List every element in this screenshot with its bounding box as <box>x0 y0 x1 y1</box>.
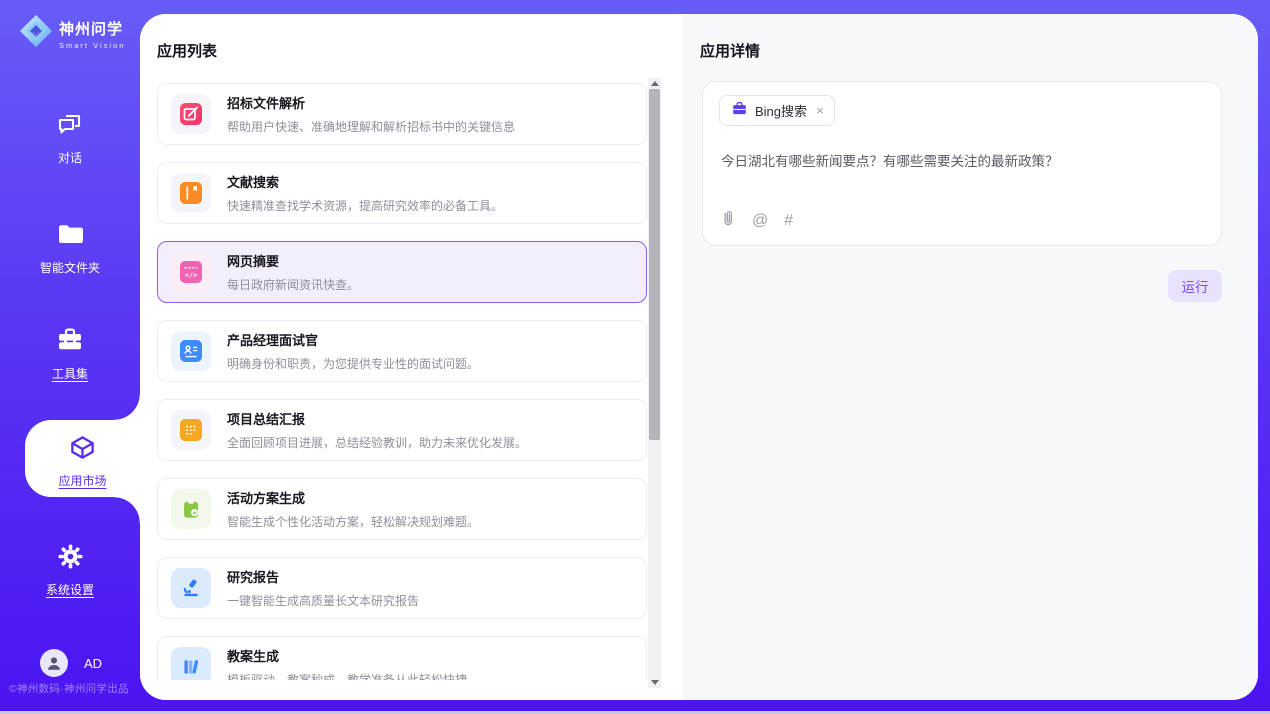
sidebar-active-notch: 应用市场 <box>25 420 140 497</box>
app-card-title: 招标文件解析 <box>227 93 515 112</box>
app-card-desc: 模板驱动，教案秒成，教学准备从此轻松快捷 <box>227 671 467 680</box>
folder-icon <box>56 220 84 253</box>
book-icon <box>171 173 211 213</box>
app-card-title: 文献搜索 <box>227 172 503 191</box>
app-card-literature-search[interactable]: 文献搜索 快速精准查找学术资源，提高研究效率的必备工具。 <box>157 162 647 224</box>
microscope-icon <box>171 568 211 608</box>
edit-document-icon <box>171 94 211 134</box>
app-card-research-report[interactable]: 研究报告 一键智能生成高质量长文本研究报告 <box>157 557 647 619</box>
sidebar-footer: ©神州数码·神州问学出品 <box>9 681 139 696</box>
cube-icon <box>69 434 96 466</box>
avatar <box>40 649 68 677</box>
app-card-desc: 智能生成个性化活动方案，轻松解决规划难题。 <box>227 513 479 530</box>
prompt-card: Bing搜索 × 今日湖北有哪些新闻要点？有哪些需要关注的最新政策？ @ # <box>702 81 1222 246</box>
sidebar-item-smart-folder[interactable]: 智能文件夹 <box>0 220 140 276</box>
books-icon <box>171 647 211 680</box>
chat-icon <box>56 110 84 143</box>
toolbox-icon <box>56 326 84 359</box>
paperclip-icon[interactable] <box>720 209 736 232</box>
app-card-title: 网页摘要 <box>227 251 359 270</box>
app-window: 神州问学 Smart Vision 对话 智能文件夹 <box>0 0 1270 714</box>
prompt-text[interactable]: 今日湖北有哪些新闻要点？有哪些需要关注的最新政策？ <box>721 152 1191 172</box>
app-card-desc: 全面回顾项目进展，总结经验教训，助力未来优化发展。 <box>227 434 527 451</box>
tool-tag-label: Bing搜索 <box>755 101 807 120</box>
app-card-desc: 每日政府新闻资讯快查。 <box>227 276 359 293</box>
app-detail-title: 应用详情 <box>700 40 760 61</box>
tool-tag-bing-search[interactable]: Bing搜索 × <box>719 95 835 126</box>
app-list-scrollbar[interactable] <box>648 78 661 688</box>
hash-icon[interactable]: # <box>784 212 793 230</box>
scrollbar-down-arrow-icon[interactable] <box>648 677 661 688</box>
at-icon[interactable]: @ <box>752 212 768 230</box>
app-card-title: 活动方案生成 <box>227 488 479 507</box>
scrollbar-thumb[interactable] <box>649 89 660 440</box>
content-area: 应用列表 招标文件解析 帮助用户快速、准确地 <box>140 14 1258 700</box>
app-card-lesson-plan[interactable]: 教案生成 模板驱动，教案秒成，教学准备从此轻松快捷 <box>157 636 647 680</box>
app-card-title: 教案生成 <box>227 646 467 665</box>
sidebar-item-label: 对话 <box>58 149 82 166</box>
user-name: AD <box>84 656 102 671</box>
app-card-desc: 明确身份和职责，为您提供专业性的面试问题。 <box>227 355 479 372</box>
brand-name: 神州问学 <box>59 18 125 39</box>
sidebar: 神州问学 Smart Vision 对话 智能文件夹 <box>0 0 140 714</box>
app-list-title: 应用列表 <box>157 40 217 61</box>
sidebar-item-toolset[interactable]: 工具集 <box>0 326 140 382</box>
app-card-desc: 快速精准查找学术资源，提高研究效率的必备工具。 <box>227 197 503 214</box>
app-list: 招标文件解析 帮助用户快速、准确地理解和解析招标书中的关键信息 文献搜索 <box>157 83 647 680</box>
app-card-title: 项目总结汇报 <box>227 409 527 428</box>
sidebar-item-app-market[interactable]: 应用市场 <box>25 434 140 489</box>
sidebar-item-label: 工具集 <box>52 365 88 382</box>
sidebar-item-label: 系统设置 <box>46 581 94 598</box>
sidebar-item-chat[interactable]: 对话 <box>0 110 140 166</box>
scrollbar-up-arrow-icon[interactable] <box>648 78 661 89</box>
svg-text:</>: </> <box>185 271 198 279</box>
app-card-bid-analysis[interactable]: 招标文件解析 帮助用户快速、准确地理解和解析招标书中的关键信息 <box>157 83 647 145</box>
app-card-project-summary[interactable]: 项目总结汇报 全面回顾项目进展，总结经验教训，助力未来优化发展。 <box>157 399 647 461</box>
app-card-web-summary[interactable]: </> 网页摘要 每日政府新闻资讯快查。 <box>157 241 647 303</box>
app-card-desc: 帮助用户快速、准确地理解和解析招标书中的关键信息 <box>227 118 515 135</box>
clipboard-check-icon <box>171 489 211 529</box>
app-card-pm-interviewer[interactable]: 产品经理面试官 明确身份和职责，为您提供专业性的面试问题。 <box>157 320 647 382</box>
memo-icon <box>171 410 211 450</box>
brand-logo: 神州问学 Smart Vision <box>18 13 125 54</box>
remove-tool-icon[interactable]: × <box>816 103 824 118</box>
briefcase-icon <box>731 100 748 122</box>
app-card-desc: 一键智能生成高质量长文本研究报告 <box>227 592 419 609</box>
app-card-event-plan[interactable]: 活动方案生成 智能生成个性化活动方案，轻松解决规划难题。 <box>157 478 647 540</box>
user-profile[interactable]: AD <box>40 649 102 677</box>
app-card-title: 研究报告 <box>227 567 419 586</box>
composer-toolbar: @ # <box>720 209 793 232</box>
sidebar-item-label: 应用市场 <box>58 472 106 489</box>
brand-diamond-icon <box>18 13 54 54</box>
app-detail-panel: 应用详情 Bing搜索 × 今日湖北有哪些新闻要点？有哪些需要关注的最新政策？ <box>683 14 1258 700</box>
brand-subtitle: Smart Vision <box>59 41 125 50</box>
sidebar-item-settings[interactable]: 系统设置 <box>0 543 140 598</box>
app-list-panel: 应用列表 招标文件解析 帮助用户快速、准确地 <box>140 14 683 700</box>
browser-code-icon: </> <box>171 252 211 292</box>
sidebar-item-label: 智能文件夹 <box>40 259 100 276</box>
app-card-title: 产品经理面试官 <box>227 330 479 349</box>
interview-document-icon <box>171 331 211 371</box>
run-button[interactable]: 运行 <box>1168 270 1222 302</box>
gear-icon <box>57 543 84 575</box>
